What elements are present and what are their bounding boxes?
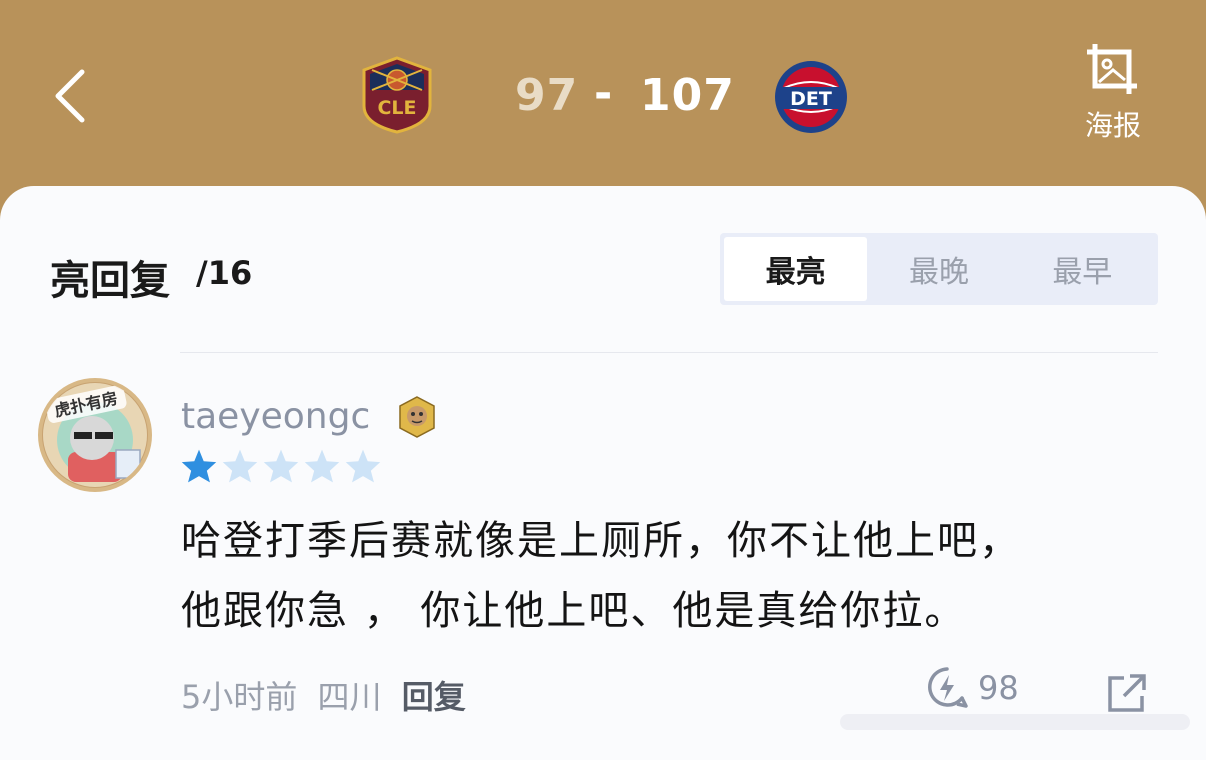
away-score: 107 [640,70,735,121]
back-arrow-icon[interactable] [48,66,92,126]
poster-label: 海报 [1084,109,1141,142]
divider [180,352,1158,353]
home-score: 97 [515,70,579,121]
comment-meta: 5小时前 四川 回复 [181,672,476,718]
det-logo-text: DET [790,88,832,110]
tab-brightest[interactable]: 最亮 [724,237,868,301]
light-button[interactable]: 98 [926,666,1019,710]
avatar[interactable]: 虎扑有房 [38,378,152,492]
user-rating [180,448,382,484]
star-empty-icon [222,449,258,483]
comment-location: 四川 [317,678,382,716]
star-empty-icon [263,449,299,483]
reply-button[interactable]: 回复 [402,678,466,716]
user-badge-icon [399,396,435,438]
cle-logo-text: CLE [377,97,416,119]
share-icon[interactable] [1106,672,1148,714]
poster-button[interactable]: 海报 [1072,42,1154,152]
section-title: 亮回复 [50,258,170,304]
match-header: CLE 97 - 107 DET 海报 [0,0,1206,200]
tab-latest[interactable]: 最晚 [867,237,1010,301]
cle-team-logo[interactable]: CLE [360,56,434,134]
watermark-bar [840,714,1190,730]
sort-tabs: 最亮 最晚 最早 [720,233,1158,305]
comment-time: 5小时前 [181,678,298,716]
det-team-logo[interactable]: DET [772,58,850,136]
poster-crop-icon [1087,44,1137,94]
replies-card: 亮回复 /16 最亮 最晚 最早 虎扑有房 taeyeongc 哈登打季后赛就像… [0,186,1206,760]
star-empty-icon [345,449,381,483]
comment-line: 他跟你急 ， 你让他上吧、他是真给你拉。 [181,588,967,634]
tab-earliest[interactable]: 最早 [1011,237,1154,301]
star-filled-icon [181,449,217,483]
username[interactable]: taeyeongc [181,396,370,437]
star-empty-icon [304,449,340,483]
comment-line: 哈登打季后赛就像是上厕所，你不让他上吧， [181,518,1021,564]
light-count: 98 [978,669,1019,707]
avatar-image: 虎扑有房 [43,383,147,487]
section-count: /16 [196,254,253,292]
score-separator: - [594,68,614,119]
comment-body: 哈登打季后赛就像是上厕所，你不让他上吧， 他跟你急 ， 你让他上吧、他是真给你拉… [181,506,1141,646]
lightning-icon [928,667,968,708]
